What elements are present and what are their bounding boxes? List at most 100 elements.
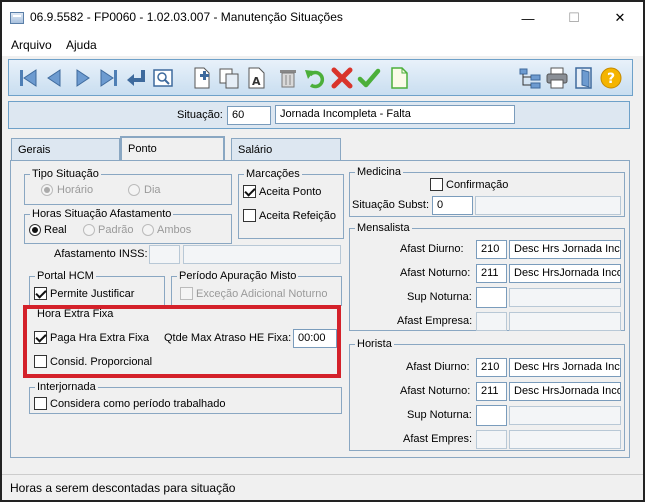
horista-afast-diurno-code-field[interactable]: 210 [476, 358, 507, 377]
cancel-icon[interactable] [329, 65, 355, 91]
interjornada-title: Interjornada [35, 381, 98, 393]
tab-salario[interactable]: Salário [231, 138, 341, 162]
mensalista-title: Mensalista [355, 222, 412, 234]
horista-sup-noturna-label: Sup Noturna: [407, 409, 472, 421]
radio-horario-label: Horário [57, 184, 94, 196]
horista-afast-empres-label: Afast Empres: [403, 433, 473, 445]
horista-sup-noturna-code-field[interactable] [476, 405, 507, 426]
highlight-box [23, 305, 341, 378]
horas-afastamento-group: Horas Situação Afastamento Real Padrão A… [24, 208, 232, 244]
considera-periodo-label: Considera como período trabalhado [50, 398, 226, 410]
radio-dia[interactable] [128, 184, 140, 196]
situacao-subst-field[interactable]: 0 [432, 196, 473, 215]
mensalista-afast-diurno-label: Afast Diurno: [400, 243, 464, 255]
horista-afast-noturno-code-field[interactable]: 211 [476, 382, 507, 401]
medicina-title: Medicina [355, 166, 404, 178]
periodo-apuracao-group: Período Apuração Misto Exceção Adicional… [171, 270, 342, 306]
mensalista-sup-noturna-label: Sup Noturna: [407, 291, 472, 303]
considera-periodo-checkbox[interactable] [34, 397, 47, 410]
afastamento-inss-description-field[interactable] [183, 245, 341, 264]
situacao-subst-description-field[interactable] [475, 196, 621, 215]
horista-title: Horista [355, 338, 394, 350]
excecao-adicional-checkbox[interactable] [180, 287, 193, 300]
new-document-icon[interactable] [386, 65, 412, 91]
mensalista-afast-diurno-desc-field[interactable]: Desc Hrs Jornada Inco [509, 240, 621, 259]
mensalista-afast-empresa-code-field[interactable] [476, 312, 507, 331]
menu-ajuda[interactable]: Ajuda [66, 38, 97, 52]
situacao-code-field[interactable]: 60 [227, 106, 271, 125]
insert-icon[interactable] [189, 65, 215, 91]
mensalista-sup-noturna-code-field[interactable] [476, 287, 507, 308]
permite-justificar-checkbox[interactable] [34, 287, 47, 300]
radio-horario[interactable] [41, 184, 53, 196]
mensalista-afast-diurno-code-field[interactable]: 210 [476, 240, 507, 259]
tab-gerais[interactable]: Gerais [11, 138, 120, 162]
medicina-group: Medicina Confirmação Situação Subst: 0 [349, 166, 625, 217]
close-button[interactable]: ✕ [600, 6, 640, 30]
title-bar: 06.9.5582 - FP0060 - 1.02.03.007 - Manut… [2, 2, 643, 34]
horista-afast-diurno-label: Afast Diurno: [406, 361, 470, 373]
tab-ponto[interactable]: Ponto [120, 136, 225, 162]
copy-icon[interactable] [216, 65, 242, 91]
horista-afast-diurno-desc-field[interactable]: Desc Hrs Jornada Inco [509, 358, 621, 377]
aceita-ponto-checkbox[interactable] [243, 185, 256, 198]
aceita-refeicao-checkbox[interactable] [243, 209, 256, 222]
preview-icon[interactable] [150, 65, 176, 91]
help-icon[interactable]: ? [598, 65, 624, 91]
first-record-icon[interactable] [15, 65, 41, 91]
window-title: 06.9.5582 - FP0060 - 1.02.03.007 - Manut… [30, 10, 343, 24]
tipo-situacao-group: Tipo Situação Horário Dia [24, 168, 232, 205]
menu-bar: Arquivo Ajuda [2, 34, 643, 56]
situacao-description-field[interactable]: Jornada Incompleta - Falta [275, 105, 515, 124]
afastamento-inss-label: Afastamento INSS: [54, 248, 148, 260]
help-glyph: ? [607, 71, 615, 87]
radio-ambos[interactable] [142, 224, 154, 236]
application-window: 06.9.5582 - FP0060 - 1.02.03.007 - Manut… [0, 0, 645, 502]
periodo-apuracao-title: Período Apuração Misto [177, 270, 299, 282]
tipo-situacao-title: Tipo Situação [30, 168, 101, 180]
return-icon[interactable] [123, 65, 149, 91]
mensalista-afast-empresa-desc-field[interactable] [509, 312, 621, 331]
horista-afast-empres-code-field[interactable] [476, 430, 507, 449]
horas-afastamento-title: Horas Situação Afastamento [30, 208, 174, 220]
status-bar: Horas a serem descontadas para situação [2, 474, 643, 500]
interjornada-group: Interjornada Considera como período trab… [29, 381, 342, 414]
previous-record-icon[interactable] [42, 65, 68, 91]
tree-icon[interactable] [517, 65, 543, 91]
exit-icon[interactable] [571, 65, 597, 91]
marcacoes-group: Marcações Aceita Ponto Aceita Refeição [238, 168, 344, 239]
next-record-icon[interactable] [69, 65, 95, 91]
app-icon [10, 12, 24, 24]
permite-justificar-label: Permite Justificar [50, 288, 135, 300]
radio-padrao-label: Padrão [98, 224, 134, 236]
delete-icon[interactable] [275, 65, 301, 91]
horista-afast-empres-desc-field[interactable] [509, 430, 621, 449]
horista-afast-noturno-desc-field[interactable]: Desc HrsJornada Inco [509, 382, 621, 401]
radio-real[interactable] [29, 224, 41, 236]
horista-group: Horista Afast Diurno: 210 Desc Hrs Jorna… [349, 338, 625, 451]
afastamento-inss-code-field[interactable] [149, 245, 180, 264]
radio-padrao[interactable] [83, 224, 95, 236]
radio-dia-label: Dia [144, 184, 161, 196]
horista-sup-noturna-desc-field[interactable] [509, 406, 621, 425]
aceita-refeicao-label: Aceita Refeição [259, 210, 337, 222]
radio-real-label: Real [44, 224, 67, 236]
undo-icon[interactable] [302, 65, 328, 91]
mensalista-group: Mensalista Afast Diurno: 210 Desc Hrs Jo… [349, 222, 625, 331]
excecao-adicional-label: Exceção Adicional Noturno [196, 288, 328, 300]
menu-arquivo[interactable]: Arquivo [11, 38, 52, 52]
mensalista-afast-noturno-desc-field[interactable]: Desc HrsJornada Inco [509, 264, 621, 283]
rename-icon[interactable]: A [243, 65, 269, 91]
mensalista-afast-noturno-code-field[interactable]: 211 [476, 264, 507, 283]
confirmacao-checkbox[interactable] [430, 178, 443, 191]
radio-ambos-label: Ambos [157, 224, 192, 236]
svg-text:A: A [252, 75, 261, 88]
mensalista-sup-noturna-desc-field[interactable] [509, 288, 621, 307]
marcacoes-title: Marcações [244, 168, 302, 180]
minimize-button[interactable]: — [508, 6, 548, 30]
maximize-button[interactable]: ☐ [554, 6, 594, 30]
print-icon[interactable] [544, 65, 570, 91]
situacao-panel: Situação: 60 Jornada Incompleta - Falta [8, 101, 630, 129]
last-record-icon[interactable] [96, 65, 122, 91]
confirm-icon[interactable] [356, 65, 382, 91]
